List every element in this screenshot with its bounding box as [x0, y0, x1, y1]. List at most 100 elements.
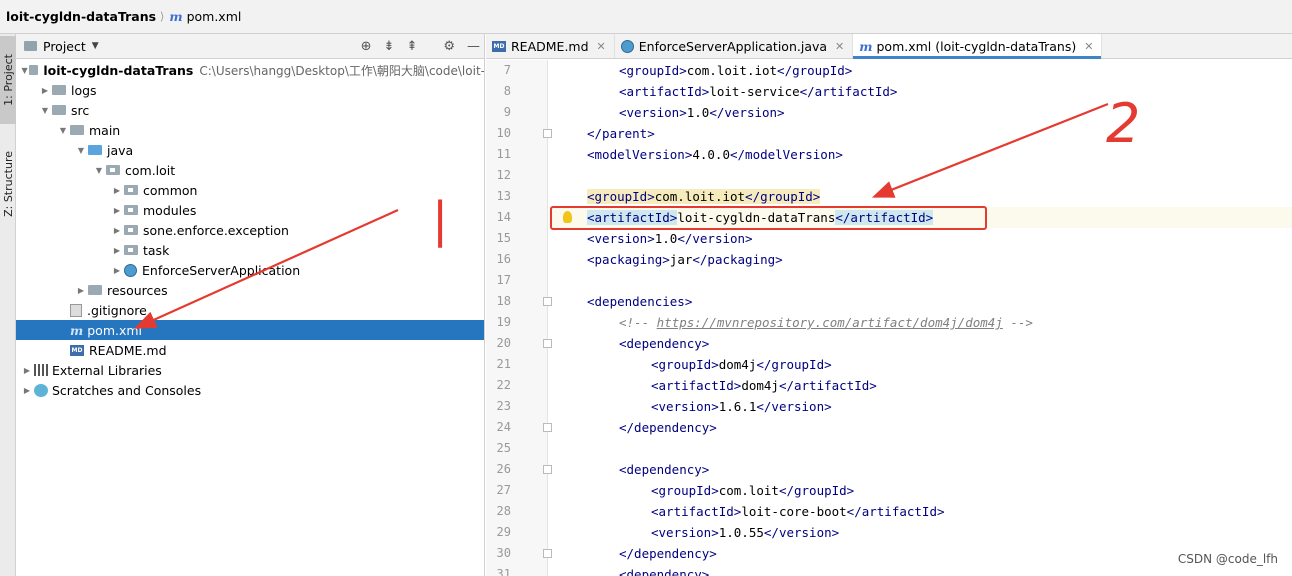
code-line[interactable]: <dependency> — [549, 459, 1292, 480]
xml-comment: --> — [1002, 315, 1033, 330]
tree-item[interactable]: ▶mpom.xml — [16, 320, 484, 340]
collapse-arrow-icon[interactable]: ▶ — [110, 206, 124, 215]
tree-item[interactable]: ▶MDREADME.md — [16, 340, 484, 360]
code-line[interactable]: <artifactId>dom4j</artifactId> — [549, 375, 1292, 396]
project-view-selector[interactable]: Project — [43, 39, 86, 54]
tree-item[interactable]: ▶ resources — [16, 280, 484, 300]
xml-value: 4.0.0 — [692, 147, 730, 162]
editor-tab[interactable]: m pom.xml (loit-cygldn-dataTrans) ✕ — [853, 34, 1103, 59]
collapse-arrow-icon[interactable]: ▶ — [20, 386, 34, 395]
comment-link[interactable]: https://mvnrepository.com/artifact/dom4j… — [657, 315, 1003, 330]
line-number: 8 — [503, 84, 511, 98]
collapse-arrow-icon[interactable]: ▶ — [110, 266, 124, 275]
tree-item[interactable]: ▶.gitignore — [16, 300, 484, 320]
close-icon[interactable]: ✕ — [1084, 40, 1093, 53]
collapse-arrow-icon[interactable]: ▶ — [74, 286, 88, 295]
collapse-arrow-icon[interactable]: ▶ — [110, 246, 124, 255]
collapse-arrow-icon[interactable]: ▶ — [110, 226, 124, 235]
code-line[interactable]: <artifactId>loit-core-boot</artifactId> — [549, 501, 1292, 522]
breadcrumb: loit-cygldn-dataTrans ⟩ m pom.xml — [0, 0, 1292, 34]
code-line[interactable]: <groupId>dom4j</groupId> — [549, 354, 1292, 375]
xml-tag: </groupId> — [777, 63, 853, 78]
code-line[interactable]: <dependencies> — [549, 291, 1292, 312]
xml-tag: <packaging> — [587, 252, 670, 267]
maven-icon: m — [169, 9, 183, 24]
xml-tag: <groupId> — [619, 63, 687, 78]
tree-item[interactable]: ▶ Scratches and Consoles — [16, 380, 484, 400]
tree-item[interactable]: ▶ logs — [16, 80, 484, 100]
xml-tag: </artifactId> — [778, 378, 877, 393]
code-line[interactable] — [549, 270, 1292, 291]
breadcrumb-file[interactable]: pom.xml — [187, 9, 242, 24]
close-icon[interactable]: ✕ — [835, 40, 844, 53]
editor-tab[interactable]: MD README.md ✕ — [486, 34, 615, 58]
xml-tag: </version> — [677, 231, 753, 246]
xml-tag: <version> — [651, 525, 719, 540]
tree-item[interactable]: ▶ External Libraries — [16, 360, 484, 380]
collapse-arrow-icon[interactable]: ▶ — [110, 186, 124, 195]
tree-item[interactable]: ▼ java — [16, 140, 484, 160]
collapse-all-icon[interactable]: ⇟ — [384, 39, 395, 54]
tree-item[interactable]: ▶ modules — [16, 200, 484, 220]
module-folder-icon — [29, 65, 39, 75]
tree-item-label: task — [143, 242, 170, 258]
hide-icon[interactable]: — — [467, 39, 480, 54]
code-line[interactable]: <!-- https://mvnrepository.com/artifact/… — [549, 312, 1292, 333]
expand-all-icon[interactable]: ⇞ — [406, 39, 417, 54]
xml-tag: </packaging> — [692, 252, 783, 267]
code-line[interactable]: </dependency> — [549, 417, 1292, 438]
tool-tab-project[interactable]: 1: Project — [0, 36, 16, 124]
xml-value: loit-service — [709, 84, 800, 99]
code-line[interactable]: <artifactId>loit-service</artifactId> — [549, 81, 1292, 102]
expand-arrow-icon[interactable]: ▼ — [20, 66, 29, 75]
tree-item[interactable]: ▼ loit-cygldn-dataTrans C:\Users\hangg\Des… — [16, 60, 485, 80]
line-number: 20 — [496, 336, 511, 350]
tree-item[interactable]: ▶ sone.enforce.exception — [16, 220, 484, 240]
code-line[interactable] — [549, 165, 1292, 186]
project-panel-header: Project ▼ ⊕ ⇟ ⇞ ⚙ — — [16, 34, 484, 59]
xml-value: dom4j — [741, 378, 779, 393]
code-line[interactable]: <packaging>jar</packaging> — [549, 249, 1292, 270]
tree-item[interactable]: ▼ com.loit — [16, 160, 484, 180]
code-line[interactable]: <modelVersion>4.0.0</modelVersion> — [549, 144, 1292, 165]
chevron-down-icon[interactable]: ▼ — [92, 41, 99, 51]
xml-value: com.loit.iot — [686, 63, 778, 78]
folder-icon — [52, 85, 66, 95]
code-line[interactable]: <groupId>com.loit.iot</groupId> — [549, 186, 1292, 207]
code-line[interactable]: <groupId>com.loit.iot</groupId> — [549, 60, 1292, 81]
code-line[interactable] — [549, 438, 1292, 459]
line-number: 16 — [496, 252, 511, 266]
locate-icon[interactable]: ⊕ — [361, 39, 372, 54]
code-line[interactable]: <version>1.0.55</version> — [549, 522, 1292, 543]
close-icon[interactable]: ✕ — [597, 40, 606, 53]
code-line[interactable]: <version>1.0</version> — [549, 102, 1292, 123]
tree-item[interactable]: ▼ main — [16, 120, 484, 140]
xml-value: jar — [669, 252, 693, 267]
expand-arrow-icon[interactable]: ▼ — [92, 166, 106, 175]
line-number-gutter: 7 8 9 10 11 12 13 14 15 16 17 18 19 20 21 22 23 24 25 26 27 2… — [486, 60, 552, 576]
tree-item[interactable]: ▶ EnforceServerApplication — [16, 260, 484, 280]
tree-item[interactable]: ▶ task — [16, 240, 484, 260]
code-line[interactable]: </parent> — [549, 123, 1292, 144]
tree-item[interactable]: ▶ common — [16, 180, 484, 200]
code-line[interactable]: <dependency> — [549, 333, 1292, 354]
code-line[interactable]: <version>1.0</version> — [549, 228, 1292, 249]
collapse-arrow-icon[interactable]: ▶ — [38, 86, 52, 95]
editor-tab[interactable]: EnforceServerApplication.java ✕ — [615, 34, 854, 58]
expand-arrow-icon[interactable]: ▼ — [38, 106, 52, 115]
tree-item-label: pom.xml — [87, 322, 143, 338]
expand-arrow-icon[interactable]: ▼ — [56, 126, 70, 135]
collapse-arrow-icon[interactable]: ▶ — [20, 366, 34, 375]
expand-arrow-icon[interactable]: ▼ — [74, 146, 88, 155]
gear-icon[interactable]: ⚙ — [443, 39, 455, 54]
tree-item[interactable]: ▼ src — [16, 100, 484, 120]
line-number: 18 — [496, 294, 511, 308]
maven-icon: m — [70, 322, 84, 338]
code-line[interactable]: <version>1.6.1</version> — [549, 396, 1292, 417]
tree-item-label: loit-cygldn-dataTrans — [43, 62, 194, 78]
line-number: 23 — [496, 399, 511, 413]
tool-tab-structure[interactable]: Z: Structure — [0, 128, 16, 240]
line-number: 11 — [496, 147, 511, 161]
breadcrumb-project[interactable]: loit-cygldn-dataTrans — [6, 9, 156, 24]
code-line[interactable]: <groupId>com.loit</groupId> — [549, 480, 1292, 501]
